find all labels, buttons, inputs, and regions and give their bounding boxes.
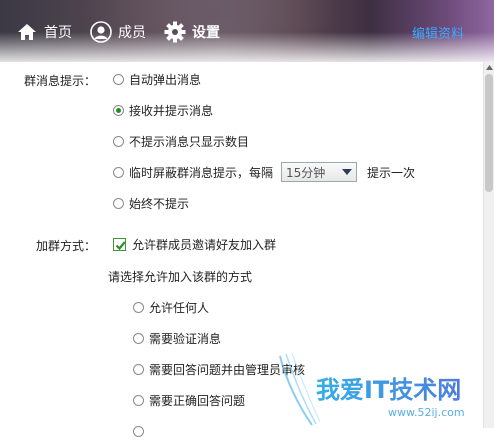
radio-button[interactable]	[133, 363, 144, 375]
tab-members[interactable]: 成员	[90, 17, 146, 47]
radio-answer-admin-review[interactable]: 需要回答问题并由管理员审核	[133, 359, 305, 379]
header-bar: 首页 成员 设置 编辑资料	[0, 0, 494, 62]
gear-icon	[164, 21, 186, 43]
tab-members-label: 成员	[118, 25, 146, 41]
radio-partial-next[interactable]	[133, 421, 149, 441]
radio-auto-popup[interactable]: 自动弹出消息	[113, 69, 201, 89]
tab-home-label: 首页	[44, 25, 72, 41]
home-icon	[16, 21, 38, 43]
option-label: 不提示消息只显示数目	[129, 134, 250, 149]
radio-allow-anyone[interactable]: 允许任何人	[133, 297, 209, 317]
radio-temp-block[interactable]: 临时屏蔽群消息提示，每隔 15分钟 提示一次	[113, 162, 415, 182]
member-icon	[90, 21, 112, 43]
radio-never-notify[interactable]: 始终不提示	[113, 193, 189, 213]
radio-button-selected[interactable]	[113, 104, 124, 116]
radio-button[interactable]	[133, 332, 144, 344]
option-label: 允许任何人	[149, 300, 210, 315]
option-label: 需要正确回答问题	[149, 393, 246, 408]
interval-select[interactable]: 15分钟	[281, 162, 358, 182]
edit-profile-link[interactable]: 编辑资料	[412, 23, 464, 42]
radio-button[interactable]	[113, 135, 124, 147]
tab-home[interactable]: 首页	[16, 17, 72, 47]
tab-settings[interactable]: 设置	[164, 17, 220, 47]
join-method-label: 加群方式：	[36, 239, 97, 253]
radio-need-verify[interactable]: 需要验证消息	[133, 328, 221, 348]
radio-answer-correct[interactable]: 需要正确回答问题	[133, 390, 245, 410]
chevron-down-icon	[338, 163, 356, 181]
interval-suffix: 提示一次	[367, 165, 416, 180]
option-label: 临时屏蔽群消息提示，每隔	[129, 165, 274, 180]
radio-button[interactable]	[113, 197, 124, 209]
allow-invite-checkbox-row[interactable]: 允许群成员邀请好友加入群	[113, 234, 276, 254]
option-label: 接收并提示消息	[129, 103, 214, 118]
radio-button[interactable]	[133, 394, 144, 406]
interval-value: 15分钟	[286, 165, 326, 180]
radio-button[interactable]	[133, 425, 144, 437]
nav-tabs: 首页 成员 设置	[0, 17, 238, 47]
option-label: 始终不提示	[129, 196, 190, 211]
settings-panel: 群消息提示： 自动弹出消息 接收并提示消息 不提示消息只显示数目 临时屏蔽群消息…	[0, 62, 483, 437]
radio-receive-notify[interactable]: 接收并提示消息	[113, 100, 213, 120]
group-msg-label: 群消息提示：	[24, 74, 97, 88]
option-label: 需要回答问题并由管理员审核	[149, 362, 306, 377]
scroll-up-arrow-icon[interactable]	[484, 62, 494, 73]
vertical-scrollbar[interactable]	[483, 62, 494, 428]
option-label: 自动弹出消息	[129, 72, 202, 87]
scrollbar-thumb[interactable]	[485, 74, 493, 192]
radio-button[interactable]	[113, 166, 124, 178]
radio-count-only[interactable]: 不提示消息只显示数目	[113, 131, 249, 151]
tab-settings-label: 设置	[192, 25, 220, 41]
allow-invite-label: 允许群成员邀请好友加入群	[132, 237, 277, 252]
choose-method-prompt: 请选择允许加入该群的方式	[108, 270, 253, 284]
radio-button[interactable]	[113, 73, 124, 85]
allow-invite-checkbox[interactable]	[113, 237, 126, 251]
option-label: 需要验证消息	[149, 331, 222, 346]
radio-button[interactable]	[133, 301, 144, 313]
